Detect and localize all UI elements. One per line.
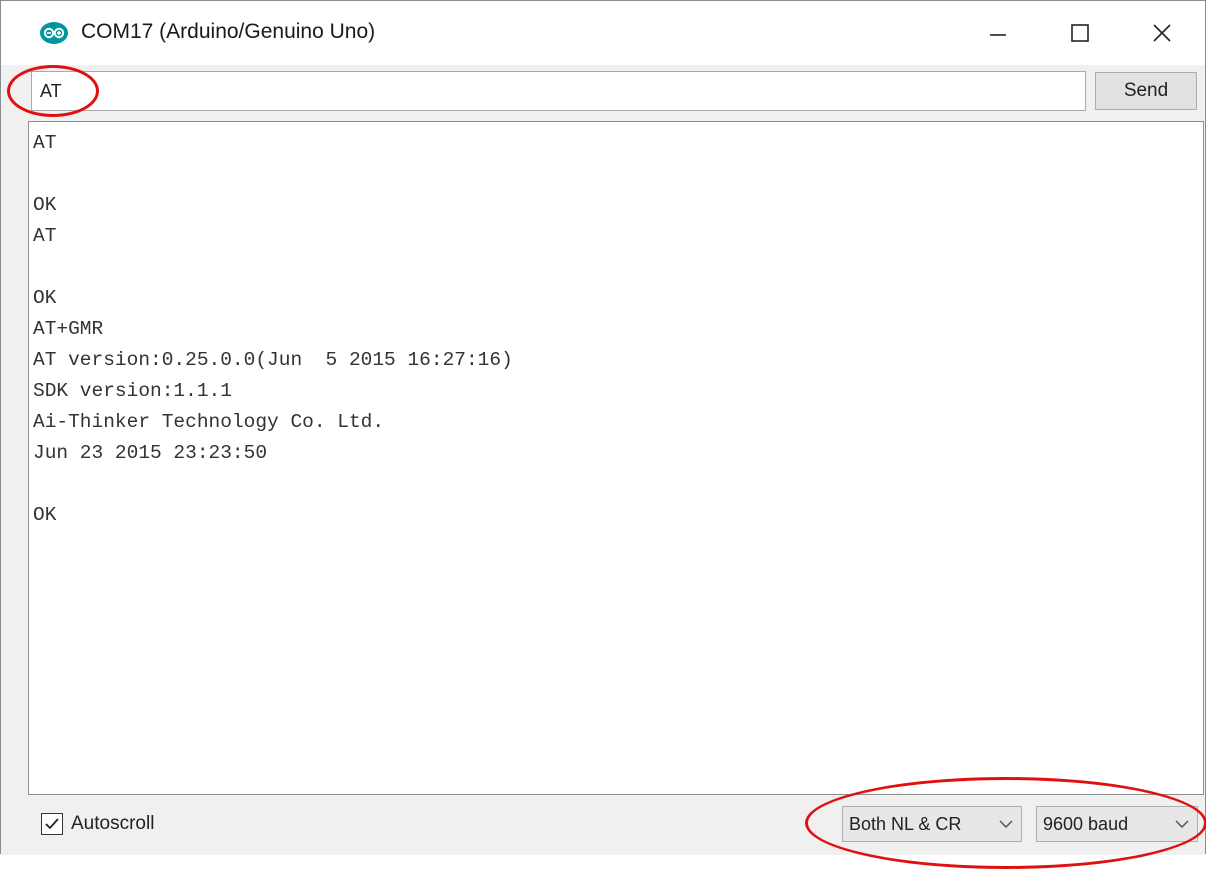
output-line: SDK version:1.1.1 — [33, 380, 232, 402]
checkmark-icon — [45, 818, 59, 830]
maximize-icon — [1071, 24, 1089, 42]
serial-monitor-window: COM17 (Arduino/Genuino Uno) Send AT OK AT O… — [0, 0, 1206, 869]
output-line: AT+GMR — [33, 318, 104, 340]
output-line: OK — [33, 194, 57, 216]
line-ending-select[interactable]: Both NL & CR — [842, 806, 1022, 842]
window-title: COM17 (Arduino/Genuino Uno) — [81, 20, 376, 43]
minimize-button[interactable] — [956, 1, 1040, 65]
chevron-down-icon — [1175, 820, 1189, 829]
output-line: AT — [33, 225, 57, 247]
close-button[interactable] — [1120, 1, 1204, 65]
title-bar[interactable]: COM17 (Arduino/Genuino Uno) — [1, 1, 1205, 65]
output-text: AT OK AT OK AT+GMR AT version:0.25.0.0(Jun 5 … — [33, 128, 513, 531]
autoscroll-toggle[interactable]: Autoscroll — [41, 811, 154, 837]
send-row: Send — [1, 65, 1205, 121]
output-line: Ai-Thinker Technology Co. Ltd. — [33, 411, 385, 433]
output-line: OK — [33, 287, 57, 309]
baud-rate-value: 9600 baud — [1043, 813, 1129, 834]
maximize-button[interactable] — [1038, 1, 1122, 65]
baud-rate-select[interactable]: 9600 baud — [1036, 806, 1198, 842]
line-ending-value: Both NL & CR — [849, 813, 962, 834]
chevron-down-icon — [999, 820, 1013, 829]
command-input[interactable] — [31, 71, 1086, 111]
arduino-logo-icon — [40, 22, 68, 44]
output-line: OK — [33, 504, 57, 526]
serial-output[interactable]: AT OK AT OK AT+GMR AT version:0.25.0.0(Jun 5 … — [28, 121, 1204, 795]
output-line: AT version:0.25.0.0(Jun 5 2015 16:27:16) — [33, 349, 513, 371]
close-icon — [1153, 24, 1171, 42]
output-line: Jun 23 2015 23:23:50 — [33, 442, 268, 464]
send-button[interactable]: Send — [1095, 72, 1197, 110]
output-line: AT — [33, 132, 57, 154]
autoscroll-label: Autoscroll — [71, 813, 155, 834]
bottom-bar: Autoscroll Both NL & CR 9600 baud — [1, 796, 1205, 855]
minimize-icon — [990, 34, 1006, 36]
autoscroll-checkbox[interactable] — [41, 813, 63, 835]
